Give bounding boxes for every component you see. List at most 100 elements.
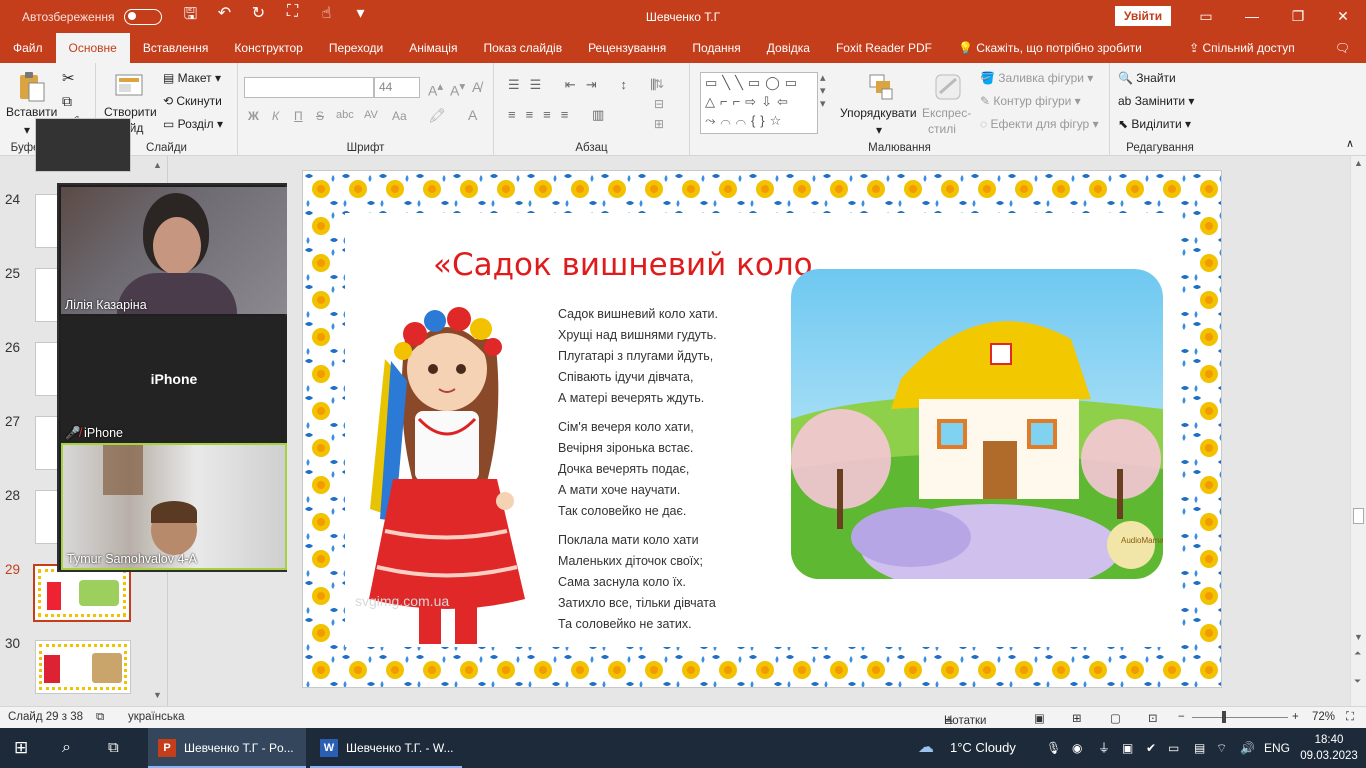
clock[interactable]: 18:40 09.03.2023 [1298, 732, 1360, 764]
strikethrough-button[interactable]: S [316, 109, 324, 123]
wifi-icon[interactable]: ⌔ [1216, 728, 1227, 768]
volume-icon[interactable]: 🔊 [1240, 728, 1255, 768]
touch-icon[interactable]: ☝ [316, 3, 336, 30]
search-icon[interactable]: ⌕ [62, 728, 71, 768]
monitor-icon[interactable]: ▤ [1194, 728, 1205, 768]
bold-button[interactable]: Ж [248, 109, 259, 123]
clear-format-icon[interactable]: A̸ [472, 79, 481, 95]
restore-icon[interactable]: ❐ [1275, 0, 1321, 33]
underline-button[interactable]: П [294, 109, 303, 123]
tab-design[interactable]: Конструктор [221, 33, 315, 63]
windows-start-icon[interactable]: ⊞ [14, 728, 28, 768]
present-icon[interactable]: ⛶ [282, 3, 302, 30]
slide-thumbnail[interactable] [35, 640, 131, 694]
highlight-icon[interactable]: 🖍 [428, 107, 446, 124]
tab-file[interactable]: Файл [0, 33, 56, 63]
shape-fill-button[interactable]: 🪣 Заливка фігури ▾ [980, 71, 1093, 85]
font-name-input[interactable] [244, 77, 374, 98]
prev-slide-icon[interactable]: ⏶ [1354, 648, 1361, 659]
taskbar-app-powerpoint[interactable]: P Шевченко Т.Г - Po... [148, 728, 306, 768]
reset-button[interactable]: ⟲ Скинути [163, 94, 222, 108]
quick-styles-button[interactable]: Експрес- [922, 106, 971, 120]
ribbon-display-icon[interactable]: ▭ [1183, 0, 1229, 33]
comments-icon[interactable]: 🗨 [1335, 33, 1350, 63]
tab-help[interactable]: Довідка [754, 33, 823, 63]
tab-home[interactable]: Основне [55, 33, 130, 63]
shape-effects-button[interactable]: ◌ Ефекти для фігур ▾ [980, 117, 1099, 131]
scroll-thumb[interactable] [1353, 508, 1364, 524]
shrink-font-icon[interactable]: A▾ [450, 79, 465, 99]
change-case-button[interactable]: Aa [392, 109, 407, 123]
quick-styles-label2[interactable]: стилі [928, 122, 956, 136]
save-icon[interactable]: 🖫 [180, 3, 200, 30]
fit-slide-icon[interactable]: ⛶ [1346, 711, 1354, 724]
char-spacing-button[interactable]: AV [364, 109, 378, 121]
scroll-up-icon[interactable]: ▲ [1354, 158, 1363, 168]
arrange-icon[interactable] [866, 71, 896, 103]
tab-slideshow[interactable]: Показ слайдів [470, 33, 575, 63]
new-slide-button[interactable]: Створити [104, 105, 157, 119]
normal-view-icon[interactable]: ▣ [1034, 711, 1045, 725]
font-size-input[interactable]: 44 [374, 77, 420, 98]
collapse-ribbon-icon[interactable]: ∧ [1346, 137, 1354, 150]
close-icon[interactable]: ✕ [1320, 0, 1366, 33]
text-direction-icon[interactable]: ⇅ [654, 77, 664, 91]
taskbar-app-word[interactable]: W Шевченко Т.Г. - W... [310, 728, 462, 768]
paste-dropdown-icon[interactable]: ▾ [24, 123, 30, 137]
paste-button[interactable]: Вставити [6, 105, 57, 119]
grow-font-icon[interactable]: A▴ [428, 79, 443, 99]
slide-scrollbar[interactable]: ▲ ▼ ⏶ ⏷ [1350, 156, 1366, 706]
zoom-in-icon[interactable]: + [1292, 711, 1299, 723]
font-color-button[interactable]: A [468, 107, 477, 123]
quick-styles-icon[interactable] [934, 71, 964, 103]
cut-icon[interactable]: ✂ [62, 69, 75, 87]
language-indicator[interactable]: українська [128, 711, 185, 723]
scroll-down-icon[interactable]: ▼ [153, 690, 162, 700]
security-icon[interactable]: ✔ [1146, 728, 1156, 768]
battery-icon[interactable]: ▭ [1168, 728, 1179, 768]
participant-audio-tile[interactable]: iPhone 🎤̸ iPhone [61, 316, 287, 443]
cloud-icon[interactable]: ☁ [918, 728, 934, 768]
tell-me-box[interactable]: 💡 Скажіть, що потрібно зробити [945, 33, 1155, 63]
shapes-gallery[interactable]: ▭╲╲▭◯▭ △⌐⌐⇨⇩⇦ ⤳⌒⌒{}☆ [700, 72, 818, 134]
new-slide-icon[interactable] [114, 69, 144, 101]
zoom-level[interactable]: 72% [1312, 711, 1335, 723]
task-view-icon[interactable]: ⧉ [108, 728, 119, 768]
next-slide-icon[interactable]: ⏷ [1354, 676, 1361, 687]
microphone-icon[interactable]: 🎙 [1046, 728, 1061, 768]
participant-video-tile[interactable]: Лілія Казаріна [61, 187, 287, 314]
redo-icon[interactable]: ↻ [248, 3, 268, 30]
list-controls[interactable]: ☰☰ ⇤⇥ ↕ ⫼ [508, 77, 666, 93]
autosave-toggle[interactable] [124, 8, 163, 25]
shape-outline-button[interactable]: ✎ Контур фігури ▾ [980, 94, 1081, 108]
tab-transitions[interactable]: Переходи [316, 33, 396, 63]
layout-button[interactable]: ▤ Макет ▾ [163, 71, 221, 85]
scroll-up-icon[interactable]: ▲ [153, 160, 162, 170]
arrange-dropdown-icon[interactable]: ▾ [876, 123, 882, 137]
zoom-slider-thumb[interactable] [1222, 711, 1226, 723]
scroll-down-icon[interactable]: ▼ [1354, 632, 1363, 642]
tab-view[interactable]: Подання [679, 33, 753, 63]
cottage-garden-image[interactable]: AudioMama [791, 269, 1163, 579]
zoom-tray-icon[interactable]: ◉ [1072, 728, 1082, 768]
current-slide[interactable]: «Садок вишневий коло svgimg.com.ua Садок… [302, 170, 1222, 688]
tab-insert[interactable]: Вставлення [130, 33, 222, 63]
shadow-button[interactable]: abc [336, 109, 354, 121]
customize-icon[interactable]: ▾ [350, 3, 370, 30]
undo-icon[interactable]: ↶ [214, 3, 234, 30]
italic-button[interactable]: К [272, 109, 279, 123]
spellcheck-icon[interactable]: ⧉ [96, 711, 104, 724]
slide-thumbnail-active[interactable] [33, 564, 131, 622]
minimize-icon[interactable]: — [1229, 0, 1275, 33]
poem-text[interactable]: Садок вишневий коло хати. Хрущі над вишня… [558, 304, 718, 643]
slideshow-icon[interactable]: ⊡ [1148, 711, 1158, 725]
input-language[interactable]: ENG [1264, 728, 1290, 768]
zoom-slider[interactable] [1192, 711, 1288, 723]
shapes-scroll-icon[interactable]: ▴ ▾ ▾ [820, 71, 826, 110]
select-button[interactable]: ⬉ Виділити ▾ [1118, 117, 1191, 131]
arrange-button[interactable]: Упорядкувати [840, 106, 917, 120]
reading-view-icon[interactable]: ▢ [1110, 711, 1121, 725]
video-call-overlay[interactable]: Лілія Казаріна iPhone 🎤̸ iPhone Tymur Sa… [57, 183, 287, 572]
sign-in-button[interactable]: Увійти [1115, 6, 1171, 26]
participant-video-tile-active[interactable]: Tymur Samohvalov 4-А [61, 443, 287, 570]
